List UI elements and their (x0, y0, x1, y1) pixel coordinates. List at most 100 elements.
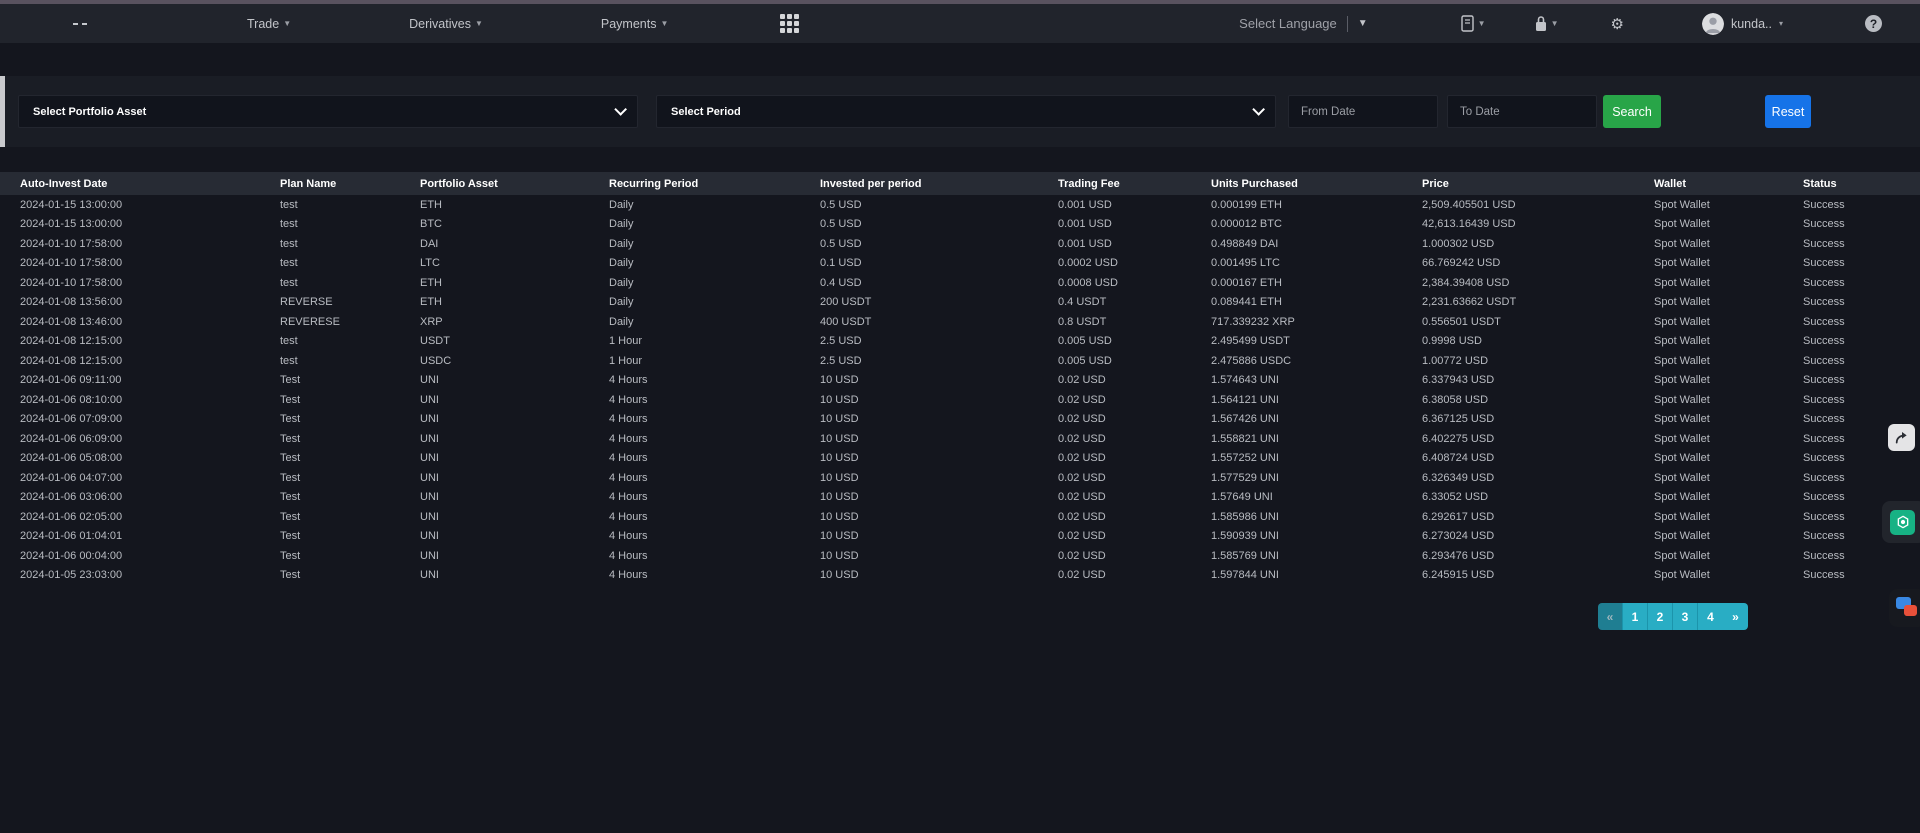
chevron-down-icon: ▼ (1551, 20, 1559, 28)
share-widget-button[interactable] (1888, 424, 1915, 451)
table-cell: 1.597844 UNI (1211, 569, 1422, 581)
table-cell: Test (280, 433, 420, 445)
table-row[interactable]: 2024-01-06 09:11:00TestUNI4 Hours10 USD0… (0, 371, 1920, 391)
table-cell: 1.574643 UNI (1211, 374, 1422, 386)
pagination-page-button[interactable]: 1 (1623, 603, 1648, 630)
table-cell: Success (1803, 257, 1920, 269)
table-cell: 2024-01-08 12:15:00 (20, 355, 280, 367)
pagination-prev-button[interactable]: « (1598, 603, 1623, 630)
table-cell: 10 USD (820, 569, 1058, 581)
table-header-cell: Plan Name (280, 178, 420, 190)
chat-extension-button[interactable] (1889, 589, 1920, 627)
from-date-input[interactable] (1288, 95, 1438, 128)
username-label: kunda.. (1731, 17, 1772, 31)
language-selector[interactable]: Select Language ▼ (1239, 16, 1368, 32)
logo[interactable] (73, 23, 87, 25)
pagination-next-button[interactable]: » (1723, 603, 1748, 630)
chevron-down-icon: ▼ (660, 20, 668, 28)
table-cell: 0.02 USD (1058, 550, 1211, 562)
table-cell: Spot Wallet (1654, 550, 1803, 562)
table-cell: UNI (420, 452, 609, 464)
lock-icon (1534, 15, 1548, 32)
table-row[interactable]: 2024-01-08 12:15:00testUSDT1 Hour2.5 USD… (0, 332, 1920, 352)
table-row[interactable]: 2024-01-06 07:09:00TestUNI4 Hours10 USD0… (0, 410, 1920, 430)
table-row[interactable]: 2024-01-15 13:00:00testBTCDaily0.5 USD0.… (0, 215, 1920, 235)
search-button[interactable]: Search (1603, 95, 1661, 128)
table-cell: 6.245915 USD (1422, 569, 1654, 581)
table-cell: Spot Wallet (1654, 257, 1803, 269)
table-cell: 2024-01-06 08:10:00 (20, 394, 280, 406)
nav-menu-item[interactable]: Payments ▼ (601, 17, 669, 31)
pagination-pages: 1234 (1623, 603, 1723, 630)
chevron-down-icon: ▼ (475, 20, 483, 28)
pagination-page-button[interactable]: 2 (1648, 603, 1673, 630)
period-select[interactable]: Select Period (656, 95, 1276, 128)
table-cell: 0.02 USD (1058, 491, 1211, 503)
table-header-cell: Auto-Invest Date (20, 178, 280, 190)
table-row[interactable]: 2024-01-06 00:04:00TestUNI4 Hours10 USD0… (0, 546, 1920, 566)
table-cell: 1 Hour (609, 355, 820, 367)
table-row[interactable]: 2024-01-05 23:03:00TestUNI4 Hours10 USD0… (0, 566, 1920, 586)
portfolio-asset-select[interactable]: Select Portfolio Asset (18, 95, 638, 128)
table-cell: 2.5 USD (820, 355, 1058, 367)
table-cell: 0.4 USD (820, 277, 1058, 289)
pagination-page-button[interactable]: 4 (1698, 603, 1723, 630)
table-row[interactable]: 2024-01-10 17:58:00testDAIDaily0.5 USD0.… (0, 234, 1920, 254)
chevron-down-icon: ▼ (283, 20, 291, 28)
period-select-label: Select Period (671, 106, 741, 118)
table-row[interactable]: 2024-01-08 12:15:00testUSDC1 Hour2.5 USD… (0, 351, 1920, 371)
table-cell: 2.475886 USDC (1211, 355, 1422, 367)
settings-button[interactable]: ⚙ (1611, 15, 1624, 33)
table-cell: Test (280, 491, 420, 503)
table-cell: 0.02 USD (1058, 433, 1211, 445)
table-cell: 6.38058 USD (1422, 394, 1654, 406)
table-cell: Spot Wallet (1654, 511, 1803, 523)
table-row[interactable]: 2024-01-06 06:09:00TestUNI4 Hours10 USD0… (0, 429, 1920, 449)
table-header-cell: Recurring Period (609, 178, 820, 190)
nav-menu-item[interactable]: Trade ▼ (247, 17, 291, 31)
table-row[interactable]: 2024-01-06 02:05:00TestUNI4 Hours10 USD0… (0, 507, 1920, 527)
table-cell: 2024-01-06 01:04:01 (20, 530, 280, 542)
chatgpt-extension-button[interactable] (1882, 501, 1920, 543)
table-row[interactable]: 2024-01-06 08:10:00TestUNI4 Hours10 USD0… (0, 390, 1920, 410)
reset-button[interactable]: Reset (1765, 95, 1811, 128)
table-cell: REVERESE (280, 316, 420, 328)
table-header-row: Auto-Invest DatePlan NamePortfolio Asset… (0, 172, 1920, 195)
main-nav: Trade ▼ Derivatives ▼ Payments ▼ (247, 17, 668, 31)
table-row[interactable]: 2024-01-06 03:06:00TestUNI4 Hours10 USD0… (0, 488, 1920, 508)
table-row[interactable]: 2024-01-08 13:46:00REVERESEXRPDaily400 U… (0, 312, 1920, 332)
table-row[interactable]: 2024-01-06 04:07:00TestUNI4 Hours10 USD0… (0, 468, 1920, 488)
to-date-input[interactable] (1447, 95, 1597, 128)
table-cell: 1.585986 UNI (1211, 511, 1422, 523)
table-cell: 4 Hours (609, 511, 820, 523)
table-cell: Test (280, 511, 420, 523)
table-row[interactable]: 2024-01-15 13:00:00testETHDaily0.5 USD0.… (0, 195, 1920, 215)
table-cell: 2024-01-08 13:46:00 (20, 316, 280, 328)
table-cell: 4 Hours (609, 413, 820, 425)
table-cell: Test (280, 472, 420, 484)
table-cell: Daily (609, 257, 820, 269)
table-row[interactable]: 2024-01-06 01:04:01TestUNI4 Hours10 USD0… (0, 527, 1920, 547)
table-row[interactable]: 2024-01-10 17:58:00testLTCDaily0.1 USD0.… (0, 254, 1920, 274)
table-header-cell: Trading Fee (1058, 178, 1211, 190)
chevron-down-icon: ▼ (1478, 20, 1486, 28)
table-cell: UNI (420, 569, 609, 581)
table-row[interactable]: 2024-01-10 17:58:00testETHDaily0.4 USD0.… (0, 273, 1920, 293)
table-cell: 1.57649 UNI (1211, 491, 1422, 503)
table-cell: 0.02 USD (1058, 569, 1211, 581)
table-row[interactable]: 2024-01-08 13:56:00REVERSEETHDaily200 US… (0, 293, 1920, 313)
table-cell: 10 USD (820, 413, 1058, 425)
orders-notebook-menu[interactable]: ▼ (1460, 15, 1486, 32)
share-arrow-icon (1894, 430, 1910, 446)
table-cell: Spot Wallet (1654, 316, 1803, 328)
apps-grid-icon[interactable] (780, 14, 799, 33)
table-cell: test (280, 335, 420, 347)
wallet-lock-menu[interactable]: ▼ (1534, 15, 1559, 32)
table-cell: 2024-01-15 13:00:00 (20, 218, 280, 230)
user-menu[interactable]: kunda.. ▾ (1702, 13, 1783, 35)
table-row[interactable]: 2024-01-06 05:08:00TestUNI4 Hours10 USD0… (0, 449, 1920, 469)
table-cell: UNI (420, 394, 609, 406)
pagination-page-button[interactable]: 3 (1673, 603, 1698, 630)
help-icon[interactable]: ? (1865, 15, 1882, 32)
nav-menu-item[interactable]: Derivatives ▼ (409, 17, 483, 31)
